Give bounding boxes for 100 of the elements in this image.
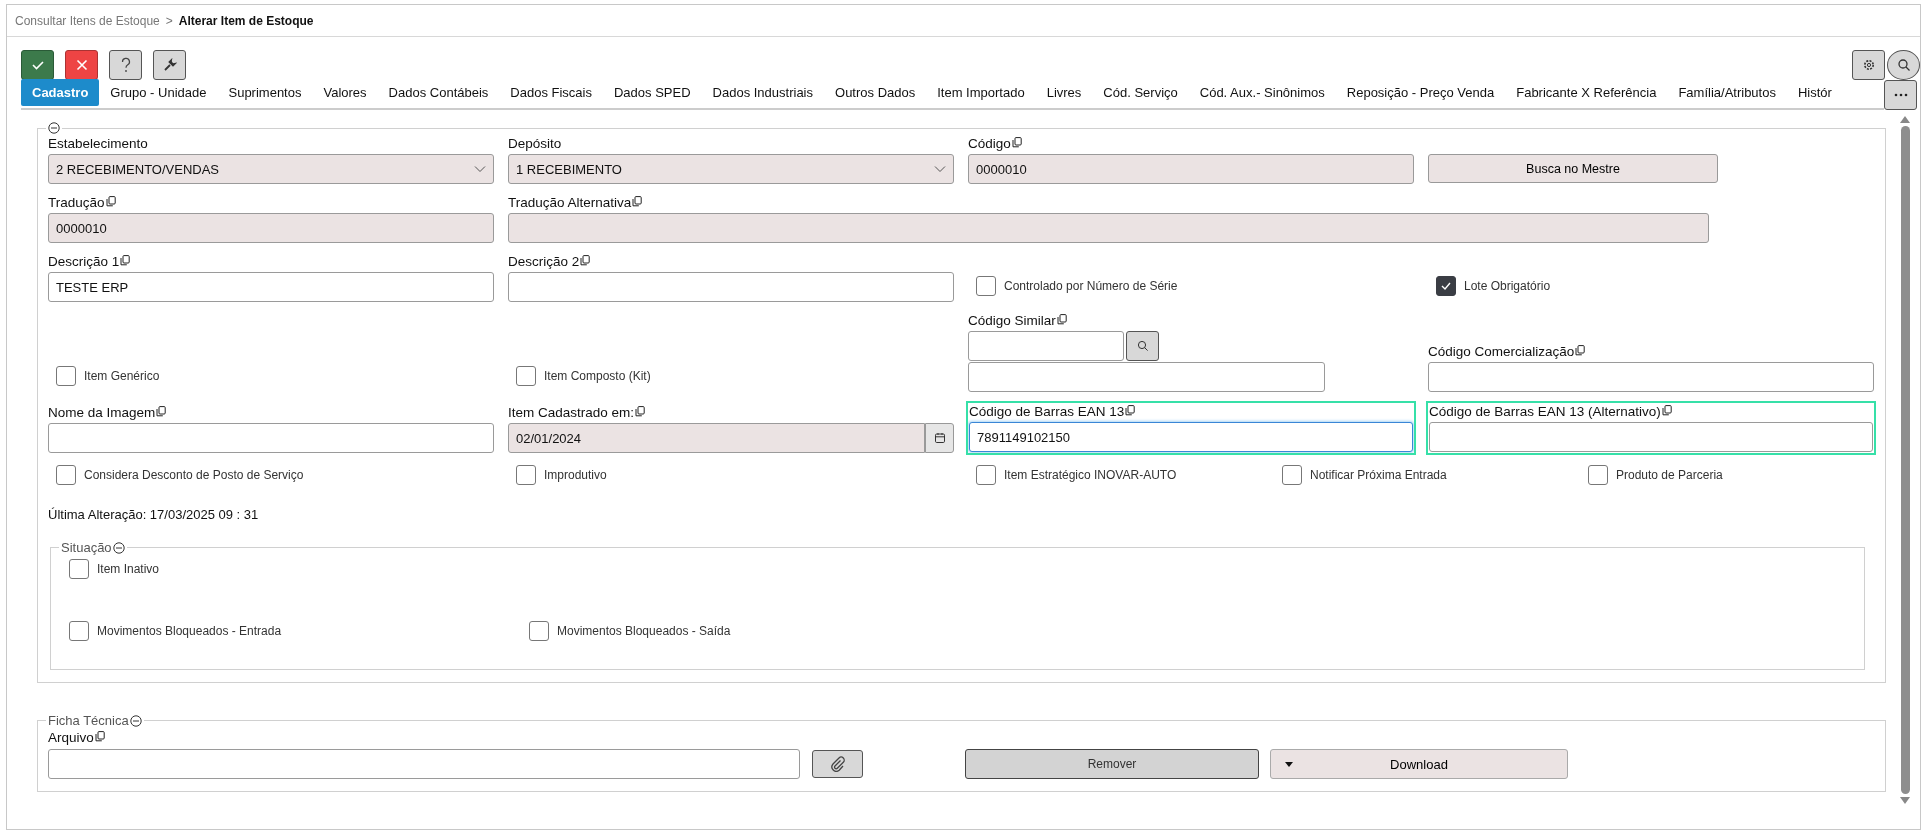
copy-icon[interactable]	[1125, 405, 1136, 416]
copy-icon[interactable]	[635, 406, 646, 417]
input-field[interactable]	[1428, 362, 1874, 392]
remove-button[interactable]: Remover	[965, 749, 1259, 779]
checkbox[interactable]	[56, 366, 76, 386]
input-field[interactable]	[508, 272, 954, 302]
breadcrumb-current: Alterar Item de Estoque	[178, 13, 314, 28]
cancel-button[interactable]	[65, 50, 98, 80]
checkbox[interactable]	[1436, 276, 1456, 296]
checkbox-label: Movimentos Bloqueados - Saída	[557, 624, 731, 638]
checkbox[interactable]	[69, 621, 89, 641]
tab[interactable]: Dados Fiscais	[499, 79, 603, 106]
collapse-icon[interactable]	[48, 122, 60, 134]
search-master-button[interactable]: Busca no Mestre	[1428, 154, 1718, 183]
readonly-field[interactable]: 0000010	[968, 154, 1414, 184]
search-icon	[1896, 58, 1911, 72]
tab[interactable]: Família/Atributos	[1667, 79, 1787, 106]
field-label: Código de Barras EAN 13 (Alternativo)	[1429, 404, 1661, 419]
settings-button[interactable]	[1852, 50, 1885, 80]
calendar-button[interactable]	[925, 423, 954, 453]
field-label: Nome da Imagem	[48, 405, 156, 420]
confirm-button[interactable]	[21, 50, 54, 80]
checkbox[interactable]	[516, 465, 536, 485]
search-icon	[1136, 340, 1149, 352]
tab[interactable]: Dados Contábeis	[377, 79, 500, 106]
copy-icon[interactable]	[120, 255, 131, 266]
close-icon	[75, 59, 88, 71]
field-label: Item Cadastrado em:	[508, 405, 635, 420]
help-button[interactable]	[109, 50, 142, 80]
field-label: Código	[968, 136, 1011, 151]
checkbox-label: Considera Desconto de Posto de Serviço	[84, 468, 304, 482]
tab[interactable]: Item Importado	[926, 79, 1036, 106]
checkbox[interactable]	[529, 621, 549, 641]
readonly-field[interactable]	[508, 213, 1709, 243]
input-field[interactable]: 7891149102150	[969, 422, 1413, 452]
input-field[interactable]	[1429, 422, 1873, 452]
tab[interactable]: Valores	[312, 79, 378, 106]
description-field[interactable]	[968, 362, 1325, 392]
search-field[interactable]	[968, 331, 1124, 361]
checkbox[interactable]	[69, 559, 89, 579]
select-field[interactable]: 2 RECEBIMENTO/VENDAS	[48, 154, 494, 184]
file-field[interactable]	[48, 749, 800, 779]
chevron-down-icon	[474, 165, 486, 173]
checkbox-label: Item Inativo	[97, 562, 160, 576]
tab[interactable]: Livres	[1035, 79, 1093, 106]
copy-icon[interactable]	[1575, 345, 1586, 356]
breadcrumb-link[interactable]: Consultar Itens de Estoque	[15, 13, 160, 28]
collapse-icon[interactable]	[129, 714, 142, 727]
checkbox-label: Item Estratégico INOVAR-AUTO	[1004, 468, 1177, 482]
scroll-up-icon[interactable]	[1900, 116, 1910, 123]
more-tabs-button[interactable]	[1884, 80, 1917, 110]
tab[interactable]: Dados Industriais	[701, 79, 824, 106]
field-label: Tradução Alternativa	[508, 195, 632, 210]
tab[interactable]: Cadastro	[21, 79, 100, 106]
tab[interactable]: Cód. Aux.- Sinônimos	[1188, 79, 1336, 106]
checkbox[interactable]	[976, 465, 996, 485]
tab[interactable]: Fabricante X Referência	[1505, 79, 1668, 106]
checkbox[interactable]	[56, 465, 76, 485]
checkbox[interactable]	[1282, 465, 1302, 485]
copy-icon[interactable]	[580, 255, 591, 266]
copy-icon[interactable]	[1661, 405, 1672, 416]
readonly-field[interactable]: 0000010	[48, 213, 494, 243]
field-label: Descrição 1	[48, 254, 120, 269]
checkbox[interactable]	[516, 366, 536, 386]
attach-button[interactable]	[812, 750, 863, 778]
copy-icon[interactable]	[94, 731, 105, 742]
select-field[interactable]: 1 RECEBIMENTO	[508, 154, 954, 184]
tab[interactable]: Grupo - Unidade	[99, 79, 218, 106]
wrench-icon	[162, 58, 177, 72]
scrollbar[interactable]	[1898, 116, 1912, 804]
gear-icon	[1861, 58, 1876, 72]
scroll-down-icon[interactable]	[1900, 797, 1910, 804]
tab[interactable]: Cód. Serviço	[1092, 79, 1189, 106]
tab[interactable]: Outros Dados	[824, 79, 927, 106]
search-button[interactable]	[1887, 50, 1920, 80]
input-field[interactable]: TESTE ERP	[48, 272, 494, 302]
copy-icon[interactable]	[156, 406, 167, 417]
chevron-down-icon	[934, 165, 946, 173]
tab[interactable]: Reposição - Preço Venda	[1335, 79, 1506, 106]
checkbox-label: Item Composto (Kit)	[544, 369, 651, 383]
copy-icon[interactable]	[1056, 314, 1067, 325]
copy-icon[interactable]	[632, 196, 643, 207]
checkbox[interactable]	[976, 276, 996, 296]
field-label: Código de Barras EAN 13	[969, 404, 1125, 419]
check-icon	[30, 58, 45, 72]
download-button[interactable]: Download	[1270, 749, 1568, 779]
tab[interactable]: Suprimentos	[217, 79, 313, 106]
collapse-icon[interactable]	[112, 541, 125, 554]
checkbox-label: Improdutivo	[544, 468, 607, 482]
field-label: Código Similar	[968, 313, 1056, 328]
copy-icon[interactable]	[1011, 137, 1022, 148]
tab[interactable]: Histór	[1786, 79, 1843, 106]
tab[interactable]: Dados SPED	[602, 79, 702, 106]
search-button[interactable]	[1126, 331, 1159, 361]
tools-button[interactable]	[153, 50, 186, 80]
copy-icon[interactable]	[105, 196, 116, 207]
date-field[interactable]: 02/01/2024	[508, 423, 925, 453]
checkbox[interactable]	[1588, 465, 1608, 485]
field-label: Arquivo	[48, 730, 94, 745]
input-field[interactable]	[48, 423, 494, 453]
